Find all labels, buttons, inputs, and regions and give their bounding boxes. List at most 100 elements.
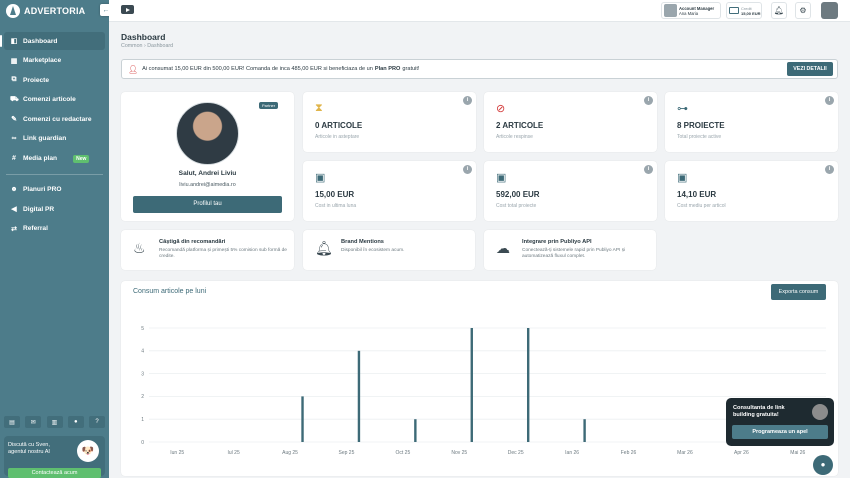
- sidebar-item-label: Comenzi articole: [23, 96, 76, 104]
- sidebar-item-label: Link guardian: [23, 135, 67, 143]
- sidebar-item-referral[interactable]: ⇄ Referral: [4, 220, 105, 238]
- notifications-button[interactable]: 🔔︎: [771, 2, 787, 19]
- info-icon[interactable]: i: [463, 165, 472, 174]
- sidebar-item-label: Media plan: [23, 155, 58, 163]
- manager-title: Account Manager: [679, 5, 715, 11]
- ban-icon: ⊘: [496, 103, 506, 115]
- topbar: Account Manager Ana Maria Credit 15,00 E…: [109, 0, 850, 22]
- api-cloud-icon: ☁: [496, 240, 510, 256]
- megaphone-icon: ◀: [11, 206, 17, 214]
- partner-badge: Partner: [259, 102, 279, 109]
- sidebar-item-proiecte[interactable]: ⧉ Proiecte: [4, 71, 105, 89]
- chat-icon: ●: [820, 460, 826, 469]
- projects-icon: ⧉: [11, 76, 17, 84]
- sidebar-item-label: Dashboard: [23, 37, 58, 45]
- feature-desc: Recomandă platforma și primești 5% comis…: [159, 248, 287, 259]
- view-details-button[interactable]: VEZI DETALII: [787, 62, 833, 76]
- referral-feature-card[interactable]: ♨ Câștigă din recomandări Recomandă plat…: [121, 230, 294, 270]
- consumption-chart-card: Consum articole pe luni Exporta consum 0…: [121, 281, 838, 476]
- project-diagram-icon: ⊶: [677, 103, 688, 115]
- x-tick-label: Apr 26: [734, 450, 749, 456]
- sidebar-item-label: Comenzi cu redactare: [23, 115, 92, 123]
- x-tick-label: Feb 26: [621, 450, 637, 456]
- chart-bar: [414, 419, 417, 442]
- logo-icon: [6, 4, 20, 18]
- brand-mentions-feature-card[interactable]: 🔔︎ Brand Mentions Disponibil în ecosiste…: [303, 230, 475, 270]
- x-tick-label: Sep 25: [339, 450, 355, 456]
- y-tick-label: 2: [141, 394, 144, 400]
- wallet-icon: [729, 7, 739, 14]
- sidebar-item-link-guardian[interactable]: ∞ Link guardian: [4, 130, 105, 148]
- contact-assistant-button[interactable]: Contactează acum: [8, 468, 101, 478]
- hourglass-icon: ⧗: [315, 102, 323, 114]
- manager-name: Ana Maria: [679, 10, 699, 16]
- sidebar-item-media-plan[interactable]: # Media plan New: [4, 150, 105, 168]
- info-icon[interactable]: i: [825, 96, 834, 105]
- stat-label: Cost mediu per articol: [677, 203, 726, 209]
- info-icon[interactable]: i: [463, 96, 472, 105]
- x-tick-label: Aug 25: [282, 450, 298, 456]
- sidebar-item-label: Referral: [23, 225, 48, 233]
- stats-icon[interactable]: ▥: [46, 416, 63, 428]
- profile-email: liviu.andrei@aimedia.ro: [179, 182, 236, 188]
- manager-avatar: [664, 4, 677, 17]
- stat-rejected-articles: ⊘ 2 ARTICOLE Articole respinse i: [484, 92, 657, 152]
- calendar-icon[interactable]: ▤: [4, 416, 20, 428]
- user-avatar[interactable]: [821, 2, 838, 19]
- sidebar-divider: [6, 173, 103, 175]
- chart-bar: [301, 396, 304, 442]
- info-icon[interactable]: i: [644, 165, 653, 174]
- info-icon[interactable]: i: [825, 165, 834, 174]
- x-tick-label: Nov 25: [451, 450, 467, 456]
- info-icon[interactable]: i: [644, 96, 653, 105]
- settings-button[interactable]: ⚙: [795, 2, 811, 19]
- stat-label: Articole respinse: [496, 134, 533, 140]
- sidebar-item-comenzi-redactare[interactable]: ✎ Comenzi cu redactare: [4, 110, 105, 128]
- edit-cart-icon: ✎: [11, 116, 17, 124]
- alert-text: Ai consumat 15,00 EUR din 500,00 EUR! Co…: [142, 66, 373, 72]
- breadcrumb: Common › Dashboard: [121, 43, 174, 49]
- sidebar-item-digital-pr[interactable]: ◀ Digital PR: [4, 200, 105, 218]
- user-alert-icon: 👤︎: [128, 64, 139, 74]
- x-tick-label: Mar 26: [677, 450, 693, 456]
- sidebar-quick-icons: ▤ ✉ ▥ ● ?: [4, 416, 105, 428]
- piggy-bank-icon: ♨: [133, 240, 146, 256]
- consulting-promo: Consultanta de link building gratuita! P…: [726, 398, 834, 446]
- sidebar: ADVERTORIA ◧ Dashboard ▦ Marketplace ⧉ Proi…: [0, 0, 109, 478]
- x-tick-label: Dec 25: [508, 450, 524, 456]
- consumption-bar-chart: 0 1 2 3 4 5 Iun 25 Iul 25 Aug 25 Sep 25 Oct 25 Nov …: [141, 326, 826, 456]
- api-feature-card[interactable]: ☁ Integrare prin Publiyo API Conectează-…: [484, 230, 656, 270]
- stat-average-cost: ▣ 14,10 EUR Cost mediu per articol i: [665, 161, 838, 221]
- feature-title: Integrare prin Publiyo API: [522, 239, 592, 245]
- stat-value: 14,10 EUR: [677, 190, 717, 199]
- schedule-call-button[interactable]: Programeaza un apel: [732, 425, 828, 439]
- chart-bar: [583, 419, 586, 442]
- sidebar-item-marketplace[interactable]: ▦ Marketplace: [4, 52, 105, 70]
- assistant-text: Discută cu Sven, agentul nostru AI: [8, 442, 50, 455]
- chart-bar: [526, 328, 530, 442]
- sidebar-item-label: Proiecte: [23, 76, 50, 84]
- brand-logo[interactable]: ADVERTORIA: [0, 0, 109, 22]
- y-tick-label: 5: [141, 326, 144, 332]
- credit-widget[interactable]: Credit 15,00 EUR: [726, 2, 762, 19]
- mail-icon[interactable]: ✉: [25, 416, 42, 428]
- alert-text-end: gratuit!: [402, 66, 420, 72]
- chat-icon[interactable]: ●: [67, 416, 84, 428]
- sidebar-item-comenzi-articole[interactable]: ⛟ Comenzi articole: [4, 91, 105, 109]
- stat-monthly-cost: ▣ 15,00 EUR Cost in ultima luna i: [303, 161, 476, 221]
- sidebar-item-planuri-pro[interactable]: ☻ Planuri PRO: [4, 181, 105, 199]
- profile-button[interactable]: Profilul tau: [133, 196, 282, 213]
- sidebar-item-dashboard[interactable]: ◧ Dashboard: [0, 32, 105, 50]
- help-icon[interactable]: ?: [89, 416, 105, 428]
- stat-active-projects: ⊶ 8 PROIECTE Total proiecte active i: [665, 92, 838, 152]
- stat-value: 8 PROIECTE: [677, 121, 725, 130]
- new-badge: New: [73, 154, 90, 163]
- account-manager[interactable]: Account Manager Ana Maria: [661, 2, 721, 19]
- sidebar-item-label: Marketplace: [23, 57, 62, 65]
- chat-button[interactable]: ●: [813, 455, 833, 475]
- youtube-icon[interactable]: [121, 5, 134, 14]
- users-icon: ☻: [10, 186, 18, 194]
- sidebar-nav: ◧ Dashboard ▦ Marketplace ⧉ Proiecte ⛟ Comen…: [0, 32, 105, 239]
- money-icon: ▣: [315, 172, 326, 184]
- handshake-icon: ⇄: [11, 225, 17, 233]
